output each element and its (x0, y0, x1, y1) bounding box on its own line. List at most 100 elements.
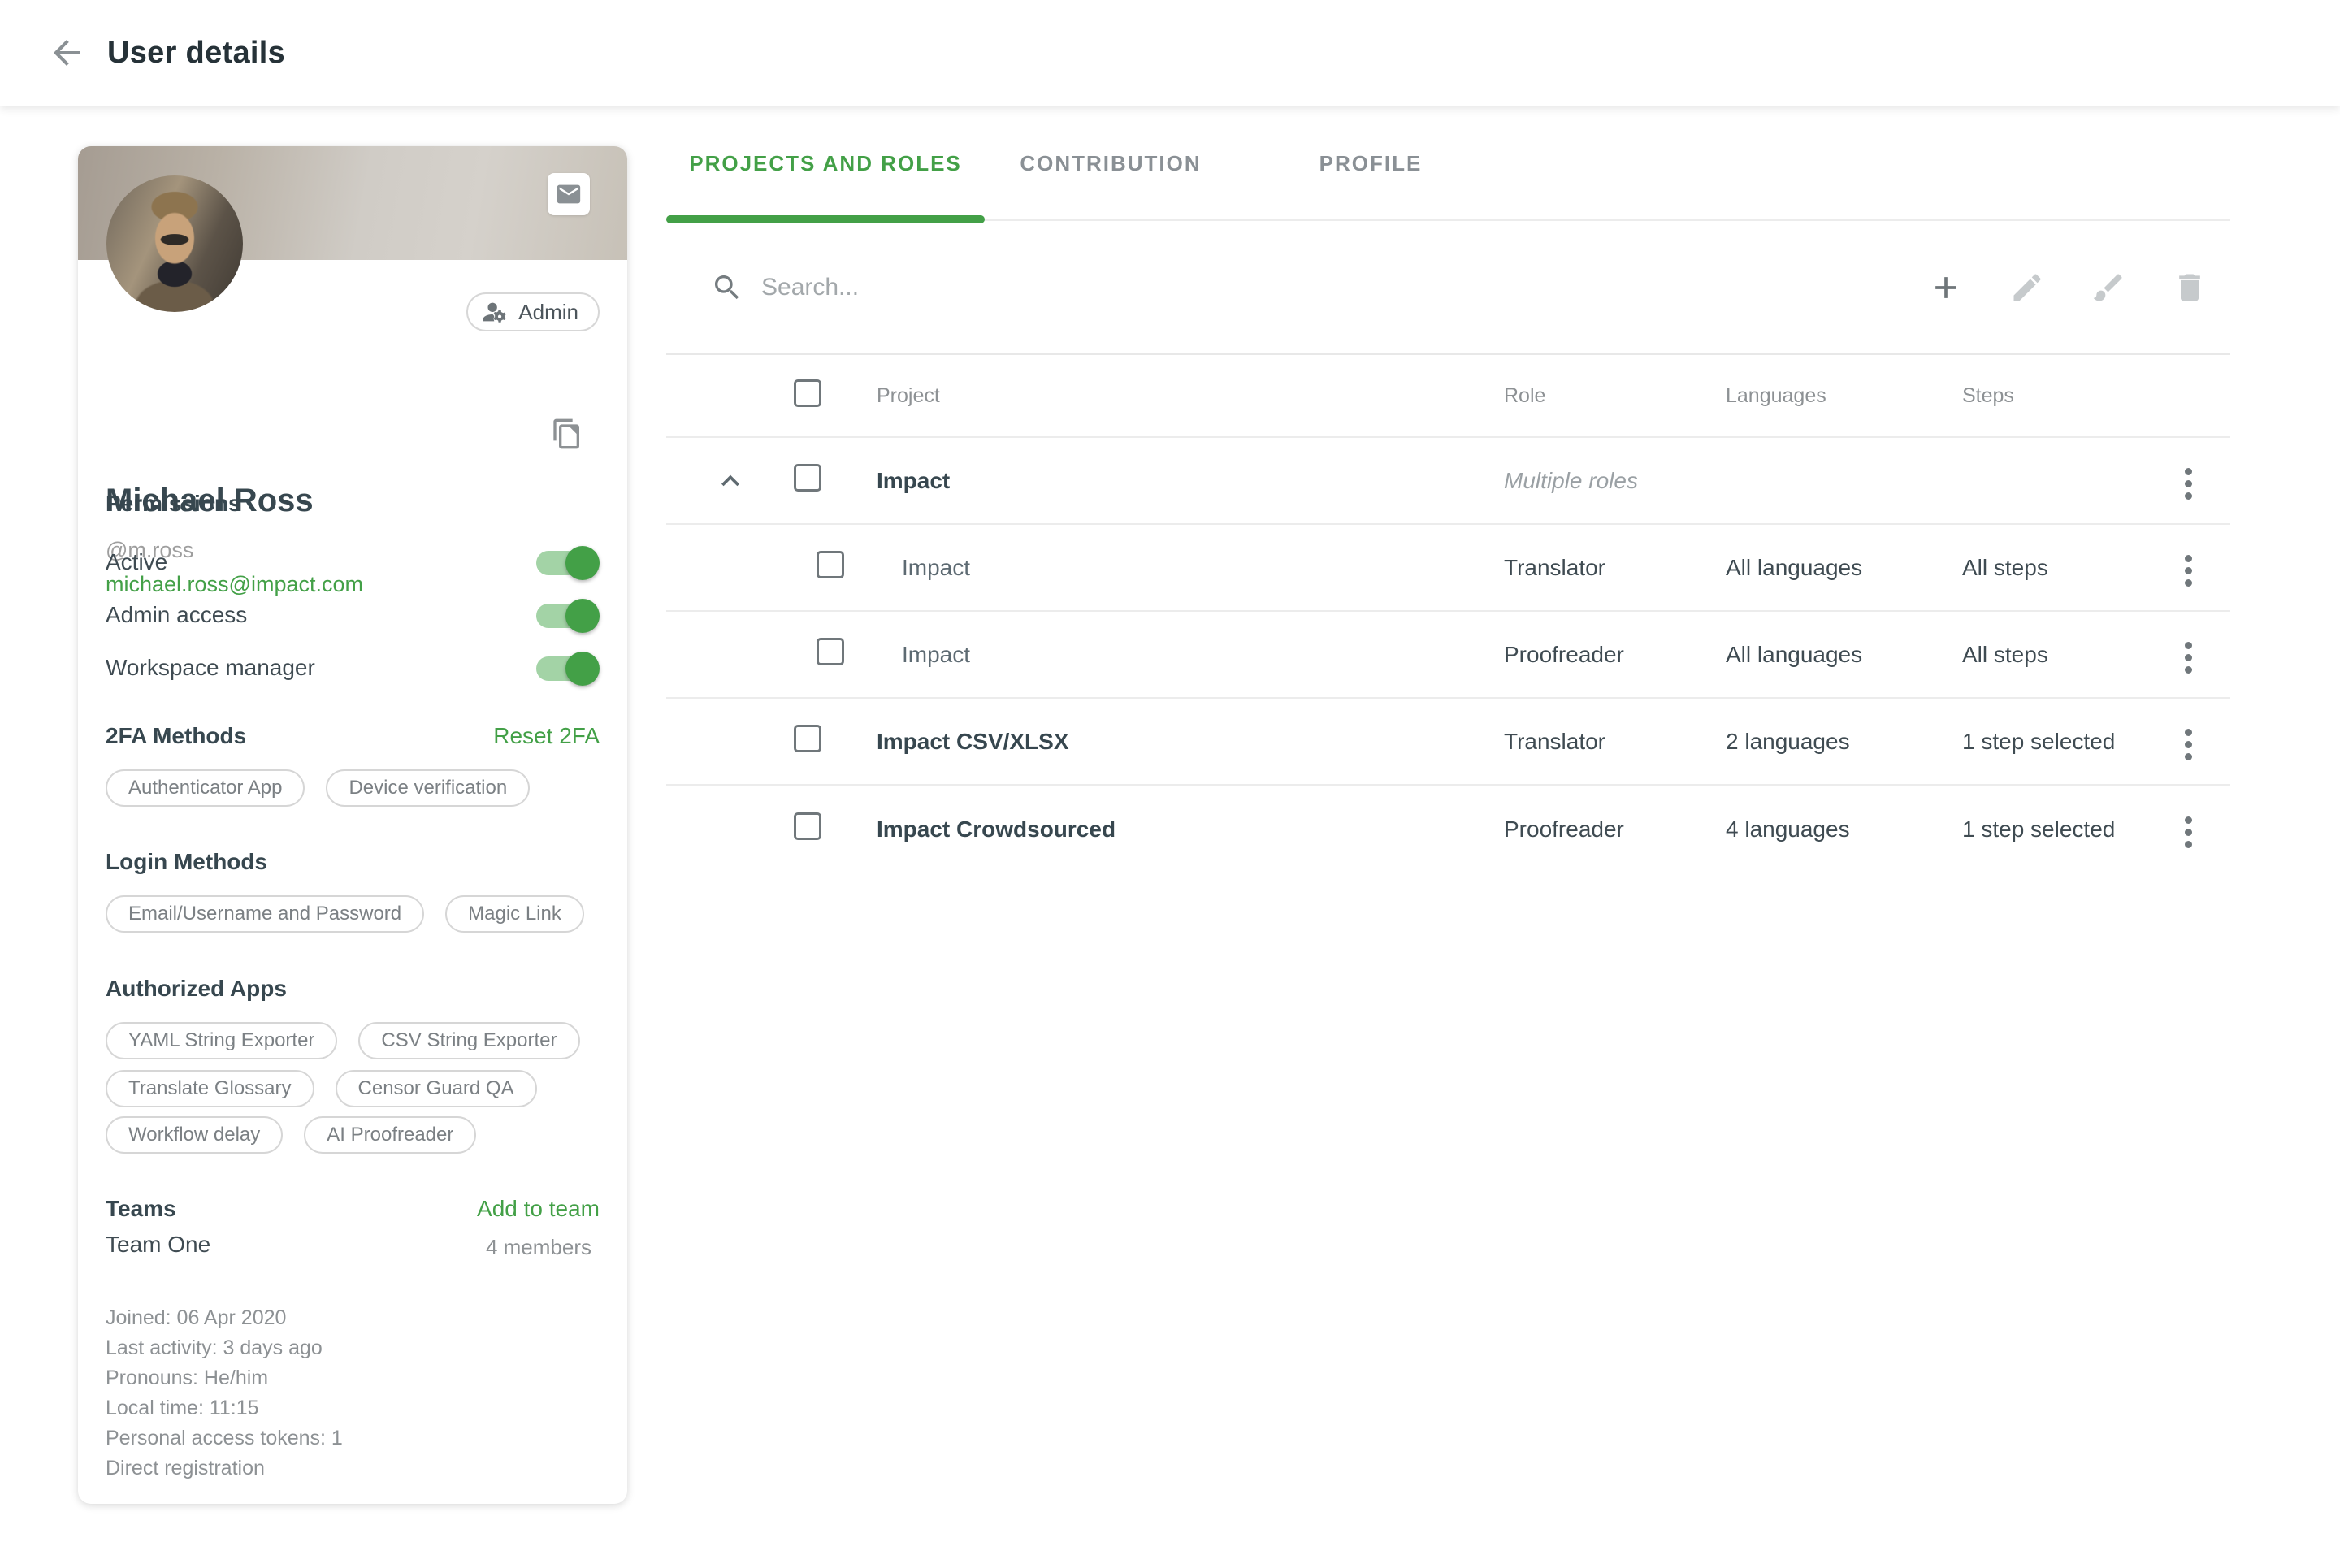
add-icon[interactable] (1928, 270, 1964, 305)
meta-line: Personal access tokens: 1 (106, 1423, 343, 1453)
login-method-chip: Email/Username and Password (106, 895, 424, 933)
avatar (106, 175, 243, 312)
workspace-manager-toggle[interactable] (535, 650, 600, 686)
languages-cell: 4 languages (1726, 816, 1962, 842)
trash-icon[interactable] (2172, 270, 2208, 305)
permission-row: Admin access (106, 594, 600, 636)
project-name: Impact (877, 468, 1504, 494)
role-cell: Proofreader (1504, 642, 1726, 668)
login-methods-heading: Login Methods (106, 849, 267, 875)
app-header: User details (0, 0, 2340, 106)
meta-line: Joined: 06 Apr 2020 (106, 1303, 343, 1333)
languages-cell: All languages (1726, 555, 1962, 581)
project-name: Impact (877, 555, 1504, 581)
twofa-heading: 2FA Methods (106, 723, 246, 749)
teams-heading: Teams (106, 1196, 176, 1222)
twofa-method-chip: Authenticator App (106, 769, 305, 807)
project-name: Impact CSV/XLSX (877, 729, 1504, 755)
table-row: Impact CSV/XLSX Translator 2 languages 1… (666, 699, 2230, 786)
authorized-apps-row: Workflow delay AI Proofreader (106, 1116, 476, 1154)
app-chip: YAML String Exporter (106, 1022, 337, 1059)
permission-row: Workspace manager (106, 647, 600, 689)
send-email-button[interactable] (548, 173, 590, 215)
twofa-method-chip: Device verification (326, 769, 530, 807)
search-input[interactable] (761, 274, 1655, 301)
steps-cell: All steps (1962, 555, 2149, 581)
envelope-icon (555, 180, 583, 208)
tab-projects-and-roles[interactable]: PROJECTS AND ROLES (666, 106, 985, 221)
table-header-row: Project Role Languages Steps (666, 355, 2230, 438)
add-to-team-link[interactable]: Add to team (477, 1196, 600, 1222)
authorized-apps-row: YAML String Exporter CSV String Exporter (106, 1022, 580, 1059)
chevron-up-icon[interactable] (713, 463, 748, 499)
role-cell: Translator (1504, 555, 1726, 581)
table-row: Impact Multiple roles (666, 438, 2230, 525)
toolbar (666, 221, 2230, 355)
permission-label: Active (106, 549, 167, 575)
person-gear-icon (481, 298, 509, 326)
permission-row: Active (106, 541, 600, 583)
projects-panel: PROJECTS AND ROLES CONTRIBUTION PROFILE (666, 106, 2230, 1568)
permissions-heading: Permissions (106, 491, 241, 517)
tab-profile[interactable]: PROFILE (1237, 106, 1505, 221)
search-icon (711, 271, 743, 304)
role-cell: Multiple roles (1504, 468, 1726, 494)
row-checkbox[interactable] (794, 812, 821, 840)
meta-line: Pronouns: He/him (106, 1363, 343, 1393)
row-checkbox[interactable] (794, 725, 821, 752)
app-chip: AI Proofreader (304, 1116, 476, 1154)
permission-label: Workspace manager (106, 655, 315, 681)
team-name: Team One (106, 1232, 210, 1258)
project-name: Impact Crowdsourced (877, 816, 1504, 842)
role-badge-label: Admin (518, 300, 578, 325)
steps-cell: All steps (1962, 642, 2149, 668)
active-toggle[interactable] (535, 544, 600, 580)
reset-2fa-link[interactable]: Reset 2FA (493, 723, 600, 749)
admin-access-toggle[interactable] (535, 597, 600, 633)
languages-cell: 2 languages (1726, 729, 1962, 755)
role-cell: Proofreader (1504, 816, 1726, 842)
column-header-languages: Languages (1726, 384, 1962, 408)
twofa-chips: Authenticator App Device verification (106, 769, 530, 807)
authorized-apps-row: Translate Glossary Censor Guard QA (106, 1070, 537, 1107)
app-chip: Translate Glossary (106, 1070, 314, 1107)
user-meta-info: Joined: 06 Apr 2020 Last activity: 3 day… (106, 1303, 343, 1484)
edit-pencil-icon[interactable] (2009, 270, 2045, 305)
table-row: Impact Translator All languages All step… (666, 525, 2230, 612)
copy-icon[interactable] (551, 416, 583, 452)
steps-cell: 1 step selected (1962, 816, 2149, 842)
table-actions (1928, 221, 2208, 353)
table-row: Impact Proofreader All languages All ste… (666, 612, 2230, 699)
column-header-role: Role (1504, 384, 1726, 408)
role-cell: Translator (1504, 729, 1726, 755)
permission-label: Admin access (106, 602, 247, 628)
tab-contribution[interactable]: CONTRIBUTION (985, 106, 1237, 221)
row-checkbox[interactable] (817, 551, 844, 578)
column-header-steps: Steps (1962, 384, 2149, 408)
login-method-chip: Magic Link (445, 895, 584, 933)
authorized-apps-heading: Authorized Apps (106, 976, 287, 1002)
kebab-menu-icon[interactable] (2178, 810, 2199, 855)
app-chip: Workflow delay (106, 1116, 283, 1154)
row-checkbox[interactable] (794, 464, 821, 492)
meta-line: Last activity: 3 days ago (106, 1333, 343, 1363)
kebab-menu-icon[interactable] (2178, 635, 2199, 680)
login-method-chips: Email/Username and Password Magic Link (106, 895, 584, 933)
brush-clear-icon[interactable] (2091, 270, 2126, 305)
project-name: Impact (877, 642, 1504, 668)
steps-cell: 1 step selected (1962, 729, 2149, 755)
team-members-count: 4 members (486, 1235, 592, 1260)
table-row: Impact Crowdsourced Proofreader 4 langua… (666, 786, 2230, 873)
kebab-menu-icon[interactable] (2178, 461, 2199, 506)
kebab-menu-icon[interactable] (2178, 548, 2199, 593)
app-chip: Censor Guard QA (336, 1070, 537, 1107)
select-all-checkbox[interactable] (794, 379, 821, 407)
back-arrow-icon[interactable] (47, 33, 86, 72)
user-profile-card: Admin Michael Ross @m.ross michael.ross@… (78, 146, 627, 1504)
app-chip: CSV String Exporter (358, 1022, 579, 1059)
page-title: User details (107, 36, 285, 71)
kebab-menu-icon[interactable] (2178, 722, 2199, 767)
meta-line: Local time: 11:15 (106, 1393, 343, 1423)
meta-line: Direct registration (106, 1453, 343, 1484)
row-checkbox[interactable] (817, 638, 844, 665)
